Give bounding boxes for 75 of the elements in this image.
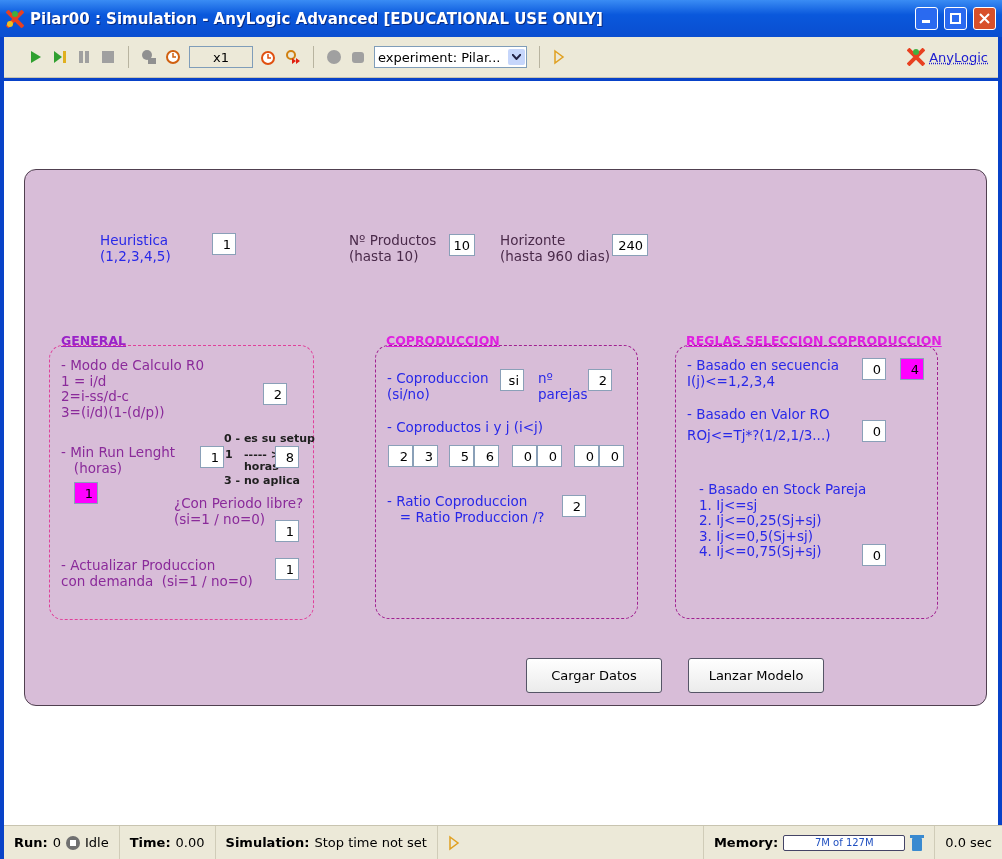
action-button[interactable]: Lanzar Modelo [688, 658, 824, 693]
memory-bar: 7M of 127M [783, 834, 906, 851]
experiment-dropdown[interactable]: experiment: Pilar... [374, 46, 527, 68]
anylogic-link[interactable]: AnyLogic [907, 48, 988, 66]
maximize-icon [950, 13, 961, 24]
label-text: 1 [225, 448, 233, 462]
simulation-label: Simulation: [225, 835, 310, 850]
input-field[interactable]: 8 [275, 446, 299, 468]
run-icon[interactable] [447, 834, 460, 851]
elapsed-time: 0.0 sec [945, 835, 992, 850]
label-text: ROj<=Tj*?(1/2,1/3...) [687, 428, 831, 444]
label-text: - Coproductos i y j (i<j) [387, 420, 544, 436]
label-text: - Basado en Valor RO [687, 407, 830, 423]
input-field[interactable]: 1 [200, 446, 224, 468]
label-text: - Modo de Calculo R0 1 = i/d 2=i-ss/d-c 3=(i/d)(1-(d/p)) [61, 358, 205, 420]
close-icon [979, 13, 990, 24]
input-field[interactable]: 240 [612, 234, 648, 256]
stop-icon[interactable] [100, 49, 116, 65]
label-text: nº parejas [538, 371, 588, 402]
label-text: Nº Productos (hasta 10) [349, 233, 437, 264]
input-field[interactable]: 2 [562, 495, 586, 517]
memory-label: Memory: [713, 835, 779, 850]
input-field[interactable]: 0 [862, 544, 886, 566]
run-state: Idle [85, 835, 109, 850]
app-logo-icon [907, 48, 926, 66]
input-field[interactable]: 5 [449, 445, 474, 467]
input-field[interactable]: 2 [588, 369, 612, 391]
input-field[interactable]: 1 [275, 558, 299, 580]
close-button[interactable] [973, 7, 996, 30]
input-field[interactable]: si [500, 369, 524, 391]
label-text: Horizonte (hasta 960 dias) [500, 233, 610, 264]
input-field[interactable]: 0 [512, 445, 537, 467]
stop-icon [66, 835, 80, 850]
input-field[interactable]: 0 [862, 420, 886, 442]
input-field[interactable]: 0 [537, 445, 562, 467]
input-field[interactable]: 4 [900, 358, 924, 380]
label-text: - Min Run Lenght (horas) [61, 445, 176, 476]
input-field[interactable]: 3 [413, 445, 438, 467]
input-field[interactable]: 1 [212, 233, 236, 255]
simulation-value: Stop time not set [314, 835, 427, 850]
label-text: - Basado en secuencia I(j)<=1,2,3,4 [687, 358, 839, 389]
speed-field[interactable]: x1 [189, 46, 253, 68]
input-field[interactable]: 2 [263, 383, 287, 405]
label-text: Heuristica (1,2,3,4,5) [100, 233, 171, 264]
label-text: - Actualizar Produccion con demanda (si=1 / no=0) [61, 558, 253, 589]
time-label: Time: [129, 835, 171, 850]
pause-icon[interactable] [76, 49, 92, 65]
clock-icon[interactable] [165, 49, 181, 65]
input-field[interactable]: 0 [599, 445, 624, 467]
run-label: Run: [14, 835, 48, 850]
input-field[interactable]: 1 [275, 520, 299, 542]
label-text: 0 - es su setup [224, 432, 315, 446]
maximize-button[interactable] [944, 7, 967, 30]
trash-icon[interactable] [910, 833, 925, 852]
section-heading: COPRODUCCION [386, 333, 500, 348]
action-button[interactable]: Cargar Datos [526, 658, 662, 693]
section-heading: REGLAS SELECCION COPRODUCCION [686, 333, 942, 348]
window-title: Pilar00 : Simulation - AnyLogic Advanced [EDUCATIONAL USE ONLY] [30, 9, 604, 28]
label-text: - Ratio Coproduccion = Ratio Produccion /? [387, 494, 545, 525]
label-text: 3 - no aplica [224, 474, 300, 488]
input-field[interactable]: 10 [449, 234, 475, 256]
minimize-button[interactable] [915, 7, 938, 30]
input-field[interactable]: 0 [574, 445, 599, 467]
input-field[interactable]: 2 [388, 445, 413, 467]
time-value: 0.00 [175, 835, 205, 850]
input-field[interactable]: 0 [862, 358, 886, 380]
section-heading: GENERAL [61, 333, 127, 348]
label-text: - Coproduccion (si/no) [387, 371, 489, 402]
run-value: 0 [52, 835, 61, 850]
input-field[interactable]: 1 [74, 482, 98, 504]
step-icon[interactable] [52, 49, 68, 65]
app-logo-icon [6, 9, 24, 28]
input-field[interactable]: 6 [474, 445, 499, 467]
caret-icon [512, 54, 521, 60]
fast-forward-icon[interactable] [285, 49, 301, 65]
